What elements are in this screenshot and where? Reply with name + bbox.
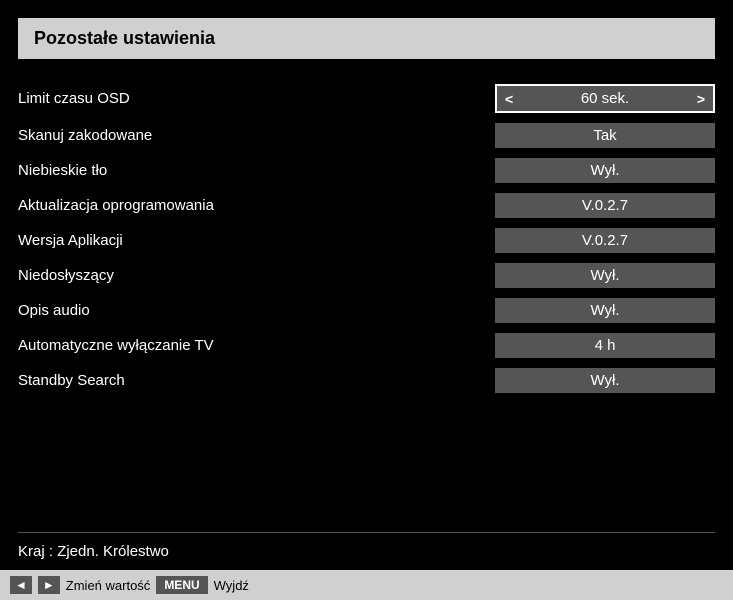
- setting-label: Standby Search: [18, 372, 495, 389]
- settings-table: Limit czasu OSD<60 sek.>Skanuj zakodowan…: [18, 79, 715, 512]
- setting-label: Opis audio: [18, 302, 495, 319]
- setting-row: Limit czasu OSD<60 sek.>: [18, 79, 715, 118]
- page-title: Pozostałe ustawienia: [18, 18, 715, 59]
- setting-row: NiedosłyszącyWył.: [18, 258, 715, 293]
- screen: Pozostałe ustawienia Limit czasu OSD<60 …: [0, 0, 733, 600]
- value-text: 60 sek.: [513, 90, 697, 107]
- setting-value: V.0.2.7: [495, 228, 715, 253]
- right-arrow-icon[interactable]: >: [697, 91, 705, 107]
- setting-value[interactable]: <60 sek.>: [495, 84, 715, 113]
- setting-label: Limit czasu OSD: [18, 90, 495, 107]
- setting-row: Wersja AplikacjiV.0.2.7: [18, 223, 715, 258]
- setting-row: Aktualizacja oprogramowaniaV.0.2.7: [18, 188, 715, 223]
- setting-value: Wył.: [495, 158, 715, 183]
- setting-row: Niebieskie tłoWył.: [18, 153, 715, 188]
- setting-label: Wersja Aplikacji: [18, 232, 495, 249]
- setting-row: Automatyczne wyłączanie TV4 h: [18, 328, 715, 363]
- exit-label: Wyjdź: [214, 578, 249, 593]
- left-arrow-btn[interactable]: ◄: [10, 576, 32, 594]
- setting-value: Tak: [495, 123, 715, 148]
- setting-value: Wył.: [495, 298, 715, 323]
- setting-row: Standby SearchWył.: [18, 363, 715, 398]
- setting-row: Opis audioWył.: [18, 293, 715, 328]
- setting-label: Skanuj zakodowane: [18, 127, 495, 144]
- footer-country: Kraj : Zjedn. Królestwo: [18, 532, 715, 570]
- menu-btn[interactable]: MENU: [156, 576, 207, 594]
- setting-value: Wył.: [495, 368, 715, 393]
- bottom-bar: ◄ ► Zmień wartość MENU Wyjdź: [0, 570, 733, 600]
- setting-value: V.0.2.7: [495, 193, 715, 218]
- setting-label: Niebieskie tło: [18, 162, 495, 179]
- setting-label: Niedosłyszący: [18, 267, 495, 284]
- right-arrow-btn[interactable]: ►: [38, 576, 60, 594]
- setting-row: Skanuj zakodowaneTak: [18, 118, 715, 153]
- change-value-label: Zmień wartość: [66, 578, 151, 593]
- setting-value: Wył.: [495, 263, 715, 288]
- setting-label: Aktualizacja oprogramowania: [18, 197, 495, 214]
- left-arrow-icon[interactable]: <: [505, 91, 513, 107]
- setting-label: Automatyczne wyłączanie TV: [18, 337, 495, 354]
- setting-value: 4 h: [495, 333, 715, 358]
